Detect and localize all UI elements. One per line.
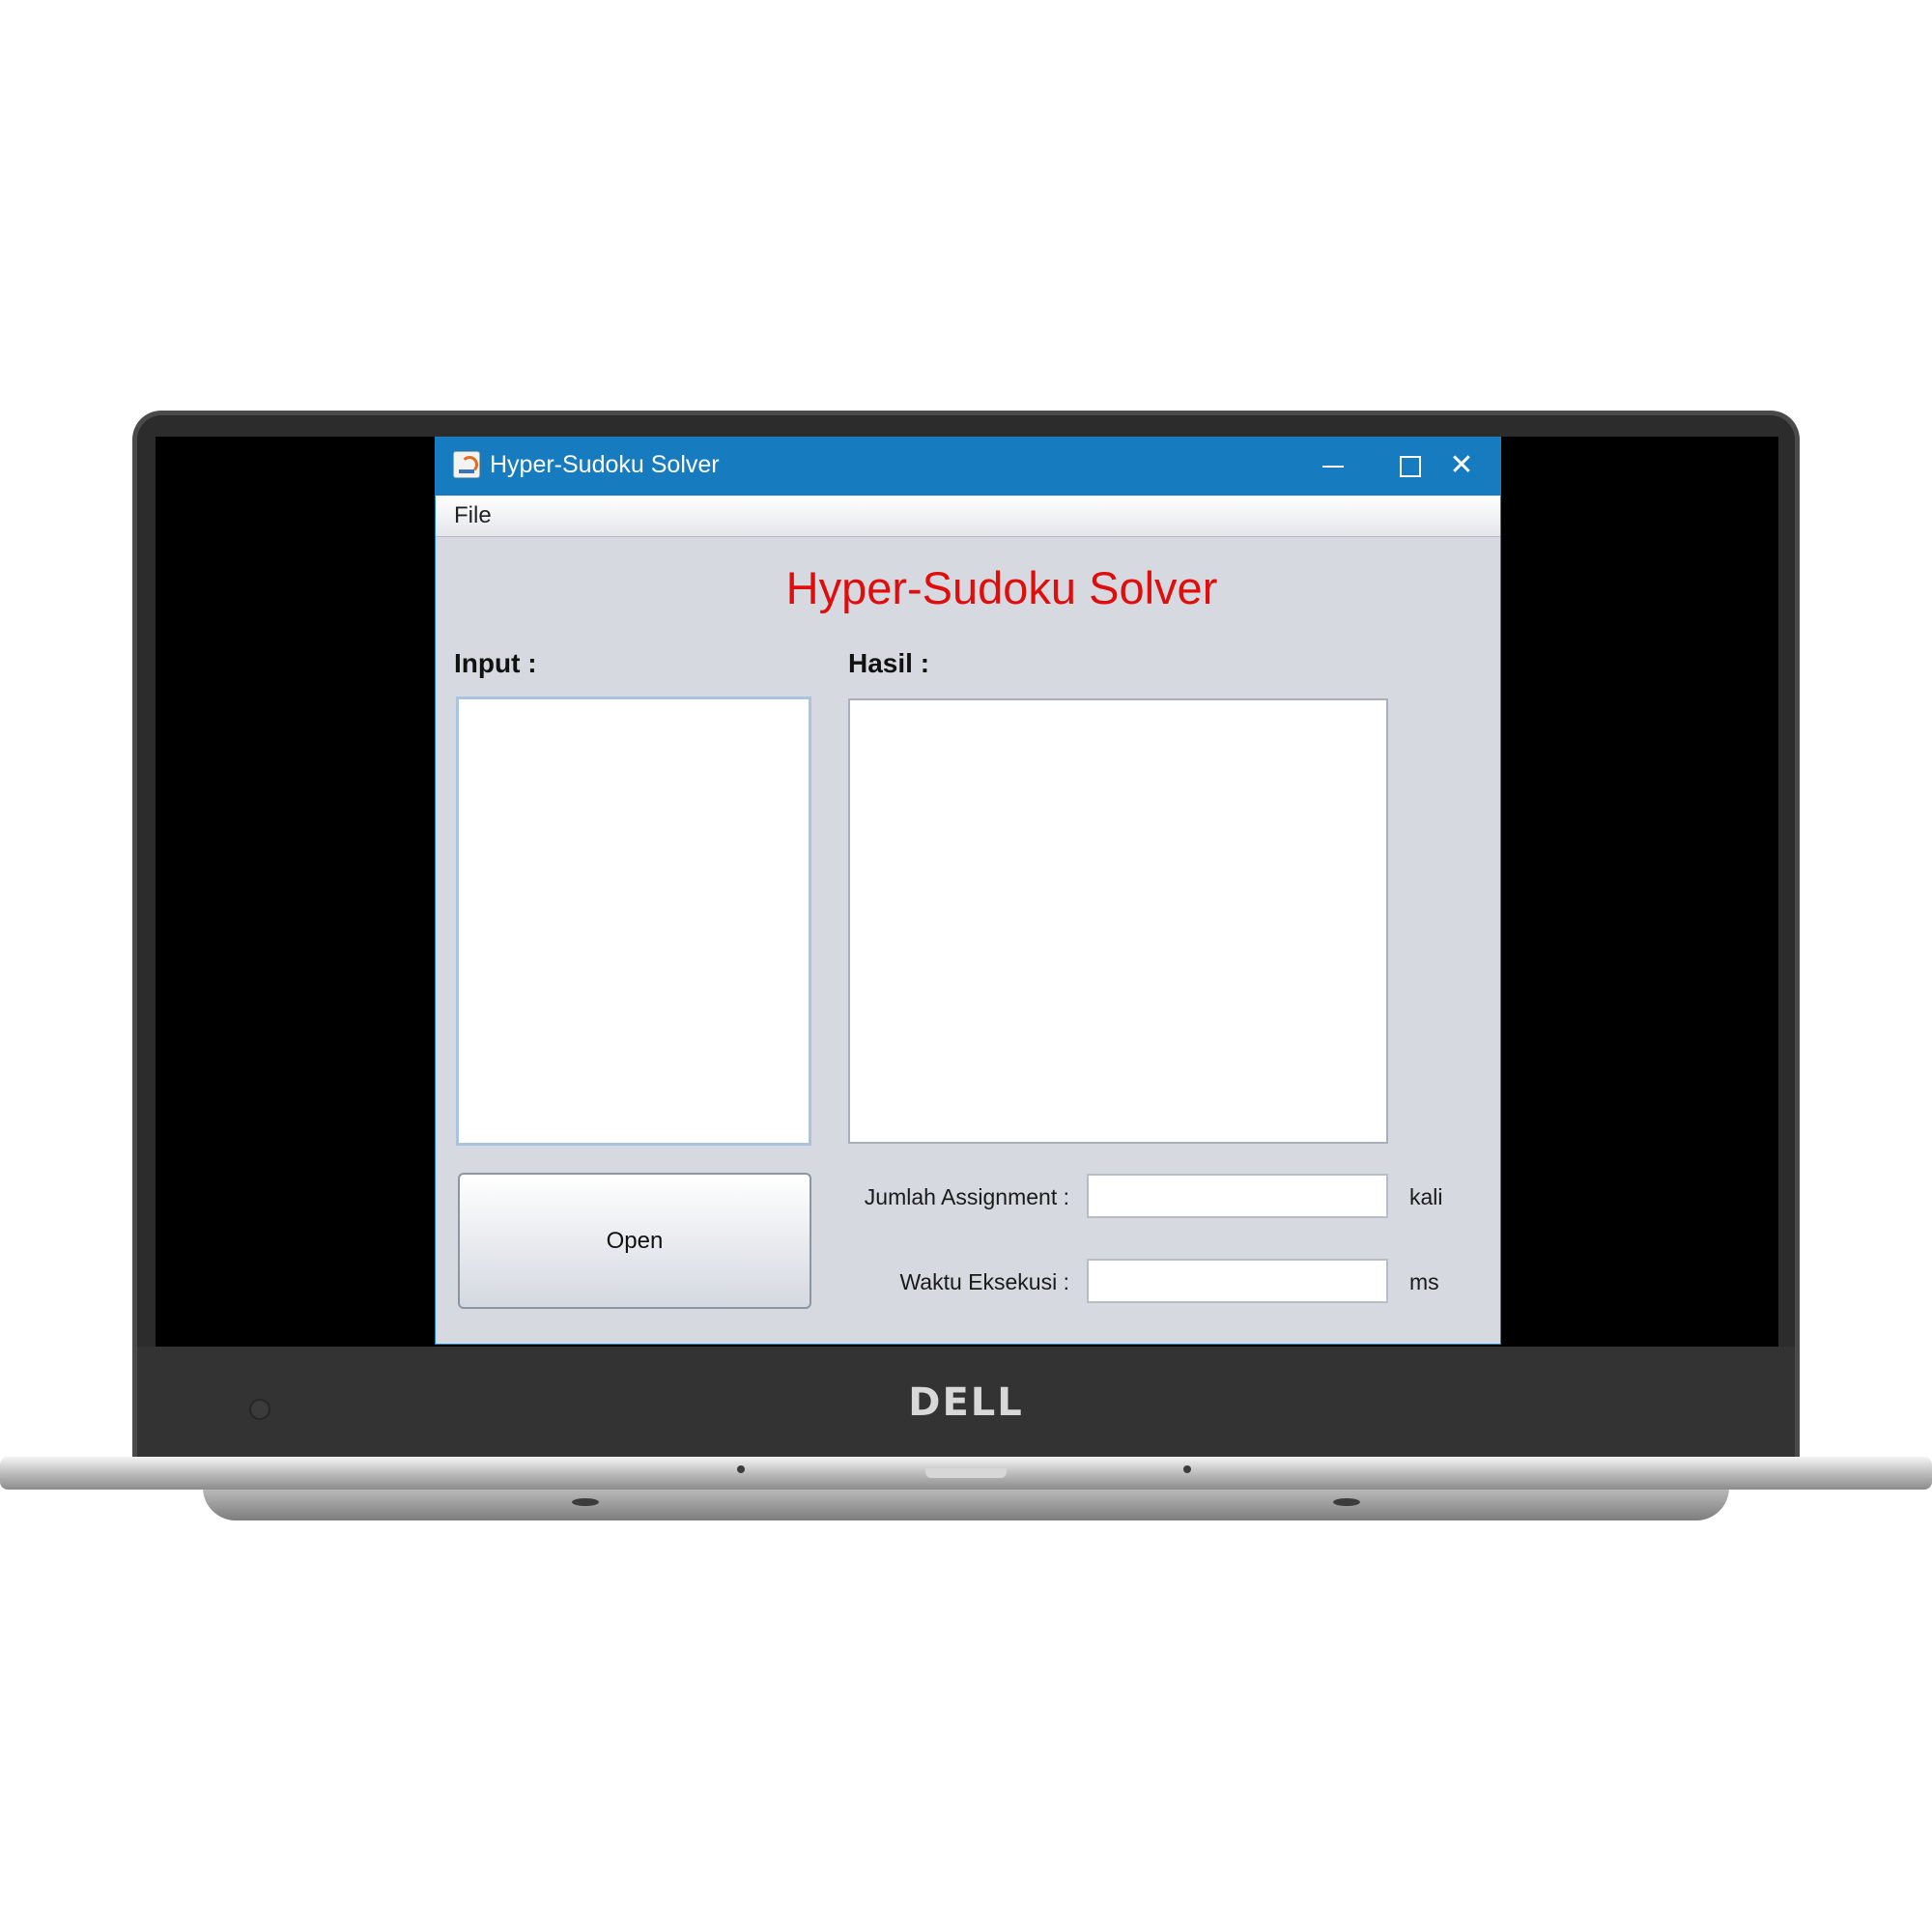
execution-time-unit: ms (1409, 1269, 1439, 1294)
result-label: Hasil : (848, 648, 930, 678)
base-dot (737, 1465, 745, 1473)
maximize-icon (1400, 456, 1421, 477)
close-icon: ✕ (1449, 448, 1474, 482)
close-button[interactable]: ✕ (1423, 438, 1500, 496)
assignment-label: Jumlah Assignment : (864, 1184, 1069, 1209)
menu-bar: File (436, 496, 1500, 537)
window-title: Hyper-Sudoku Solver (490, 451, 720, 478)
app-window: Hyper-Sudoku Solver ✕ File Hyper-Sudoku … (435, 437, 1501, 1345)
input-label: Input : (454, 648, 537, 678)
java-coffee-icon (453, 451, 480, 478)
execution-time-label: Waktu Eksekusi : (899, 1269, 1069, 1294)
input-textarea[interactable] (456, 696, 811, 1146)
page-title: Hyper-Sudoku Solver (785, 562, 1218, 613)
laptop-foot (572, 1498, 599, 1506)
base-dot (1183, 1465, 1191, 1473)
assignment-field[interactable] (1087, 1174, 1388, 1218)
minimize-button[interactable] (1293, 438, 1371, 496)
laptop-base-bottom (203, 1488, 1729, 1520)
assignment-unit: kali (1409, 1184, 1443, 1209)
brand-logo: DELL (908, 1380, 1024, 1425)
open-button[interactable]: Open (458, 1173, 811, 1309)
title-bar[interactable]: Hyper-Sudoku Solver ✕ (436, 438, 1500, 496)
lid-notch (925, 1468, 1007, 1478)
menu-file[interactable]: File (454, 502, 492, 529)
minimize-icon (1322, 466, 1344, 468)
execution-time-field[interactable] (1087, 1259, 1388, 1303)
result-textarea[interactable] (848, 698, 1388, 1144)
laptop-foot (1333, 1498, 1360, 1506)
